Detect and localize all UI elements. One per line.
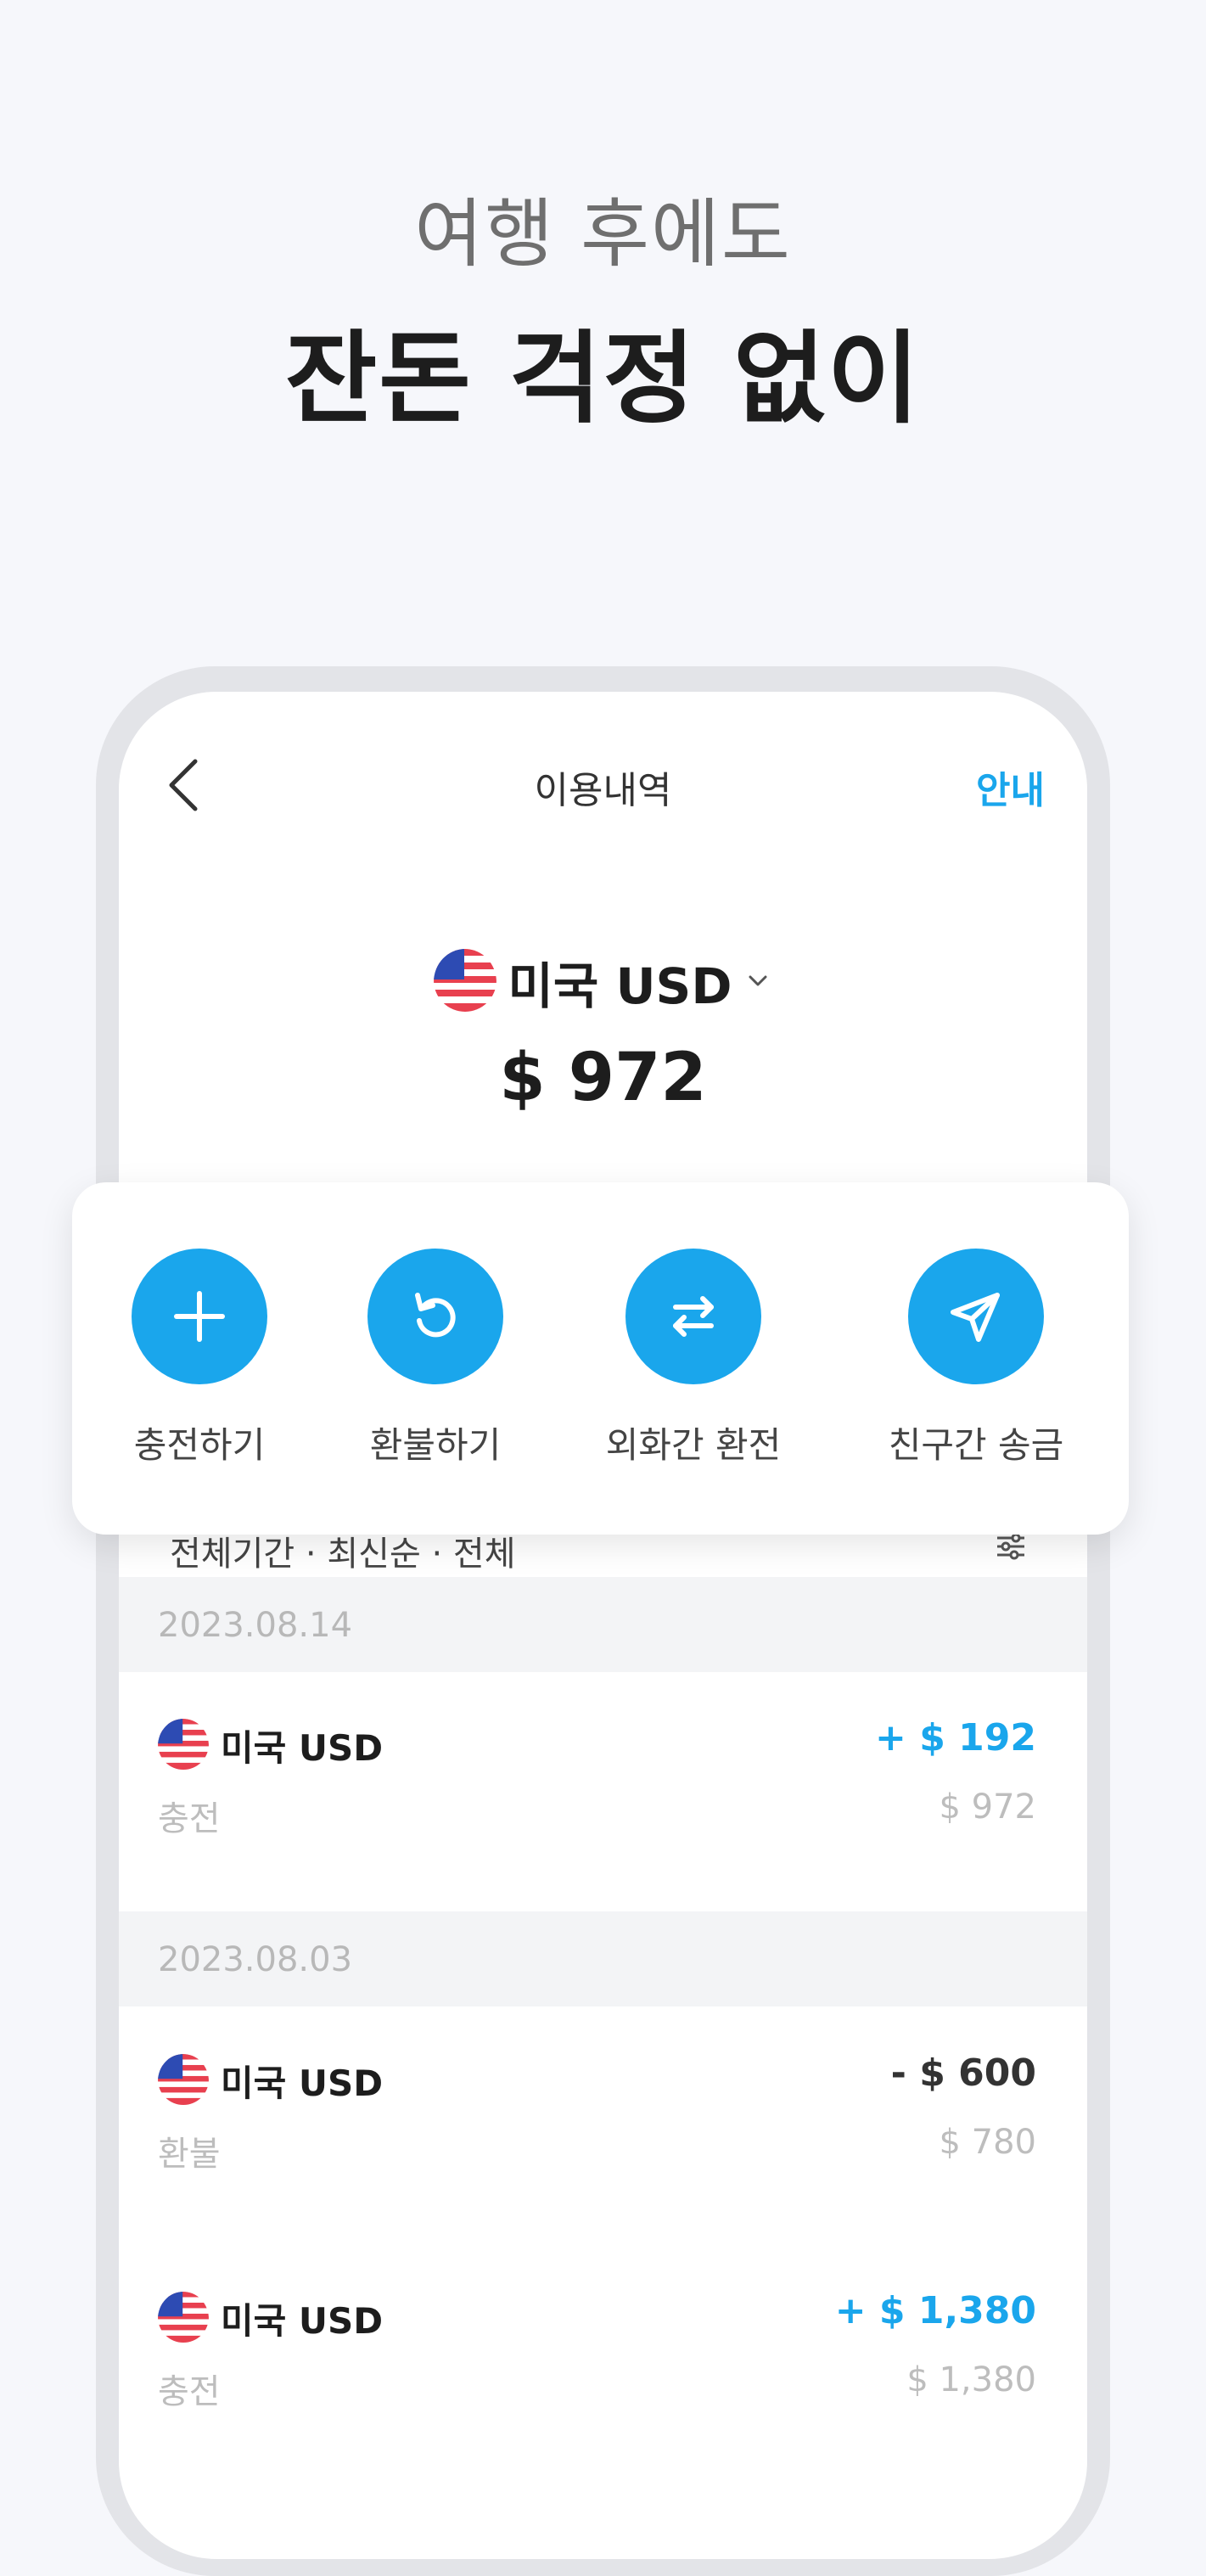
phone-screen: 이용내역 안내 미국 USD $ 972 전체기간 · 최신순 · 전체 202… <box>119 692 1087 2559</box>
send-icon <box>908 1249 1044 1384</box>
promo-subtitle: 여행 후에도 <box>414 190 792 278</box>
us-flag-icon <box>158 1719 209 1773</box>
date-header: 2023.08.03 <box>119 1911 1087 2006</box>
refund-button[interactable]: 환불하기 <box>342 1249 529 1468</box>
us-flag-icon <box>158 2292 209 2346</box>
promo-title: 잔돈 걱정 없이 <box>284 320 922 437</box>
transaction-currency: 미국 USD <box>221 2300 384 2342</box>
chevron-down-icon[interactable] <box>743 966 772 998</box>
info-link[interactable]: 안내 <box>976 760 1045 814</box>
transaction-row[interactable]: 미국 USD 충전 + $ 1,380 $ 1,380 <box>119 2245 1087 2432</box>
page-title: 이용내역 <box>534 769 672 812</box>
date-header: 2023.08.14 <box>119 1577 1087 1672</box>
send-money-label: 친구간 송금 <box>888 1424 1064 1466</box>
swap-arrows-icon <box>625 1249 761 1384</box>
date-label: 2023.08.03 <box>158 1940 353 1979</box>
transaction-currency: 미국 USD <box>221 1727 384 1769</box>
action-card: 충전하기 환불하기 외화간 환전 친구간 송금 <box>72 1182 1129 1535</box>
us-flag-icon <box>158 2054 209 2108</box>
us-flag-icon <box>433 949 496 1015</box>
filter-sliders-icon[interactable] <box>994 1529 1028 1563</box>
exchange-label: 외화간 환전 <box>605 1424 782 1466</box>
transaction-balance: $ 972 <box>939 1787 1036 1827</box>
charge-label: 충전하기 <box>133 1424 266 1466</box>
transaction-amount: - $ 600 <box>890 2051 1036 2095</box>
transaction-type: 충전 <box>158 2372 221 2411</box>
refund-label: 환불하기 <box>369 1424 502 1466</box>
transaction-row[interactable]: 미국 USD 환불 - $ 600 $ 780 <box>119 2007 1087 2194</box>
refresh-icon <box>367 1249 503 1384</box>
transaction-type: 환불 <box>158 2135 221 2174</box>
transaction-balance: $ 1,380 <box>906 2360 1036 2399</box>
send-money-button[interactable]: 친구간 송금 <box>883 1249 1069 1468</box>
transaction-amount: + $ 1,380 <box>834 2289 1036 2332</box>
exchange-button[interactable]: 외화간 환전 <box>600 1249 787 1468</box>
currency-label: 미국 USD <box>508 957 732 1015</box>
transaction-currency: 미국 USD <box>221 2062 384 2104</box>
transaction-row[interactable]: 미국 USD 충전 + $ 192 $ 972 <box>119 1672 1087 1859</box>
plus-icon <box>132 1249 267 1384</box>
currency-selector[interactable]: 미국 USD <box>119 946 1087 1018</box>
transaction-amount: + $ 192 <box>875 1716 1036 1759</box>
transaction-balance: $ 780 <box>939 2123 1036 2162</box>
balance-amount: $ 972 <box>499 1040 707 1116</box>
transaction-type: 충전 <box>158 1799 221 1838</box>
charge-button[interactable]: 충전하기 <box>106 1249 293 1468</box>
date-label: 2023.08.14 <box>158 1606 353 1645</box>
